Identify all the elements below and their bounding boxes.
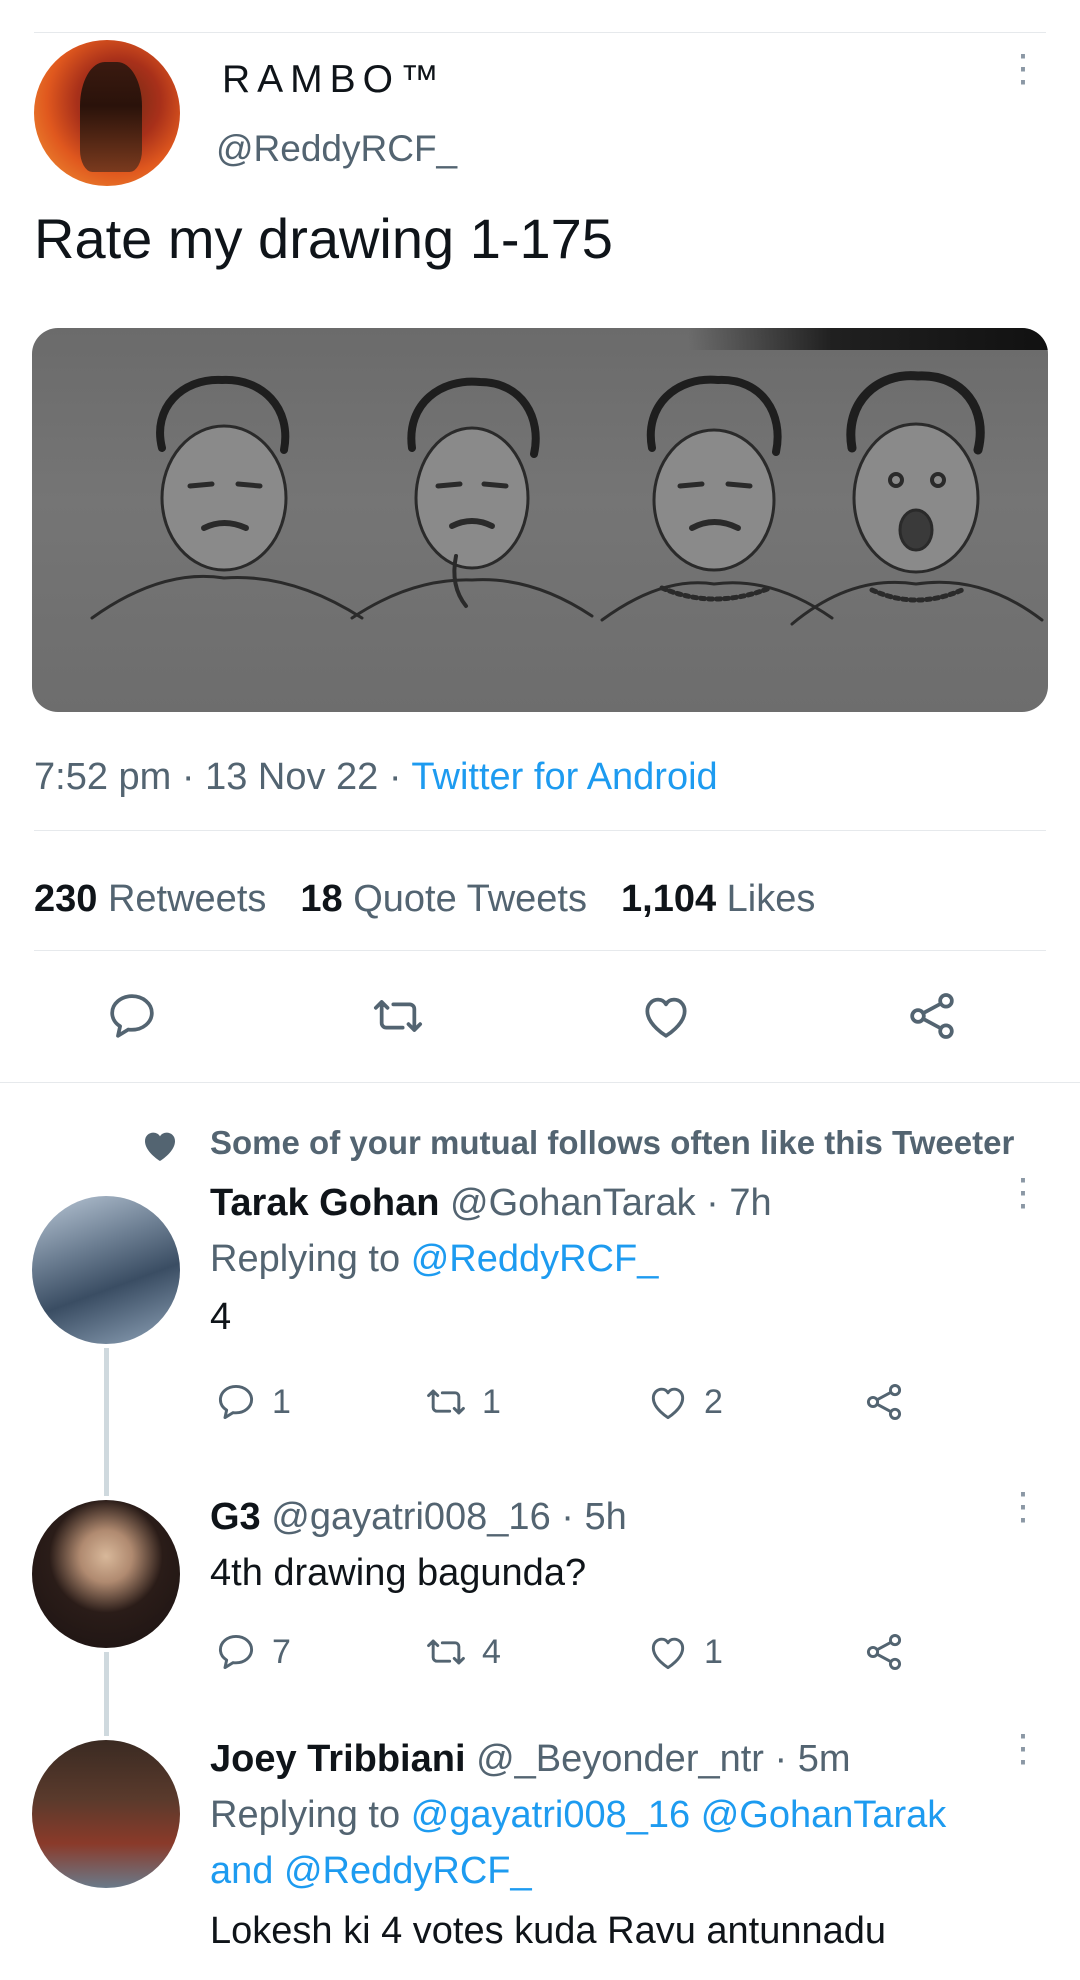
share-icon [910,993,954,1039]
reply-avatar[interactable] [32,1500,180,1648]
like-button[interactable]: 1 [646,1630,723,1674]
likes-count: 1,104 [621,878,717,920]
meta-dot: · [181,756,206,798]
reply-count: 7 [272,1632,291,1671]
author-avatar[interactable] [34,40,180,186]
thread-connector [104,1348,109,1496]
reply-text: Lokesh ki 4 votes kuda Ravu antunnadu [210,1910,887,1952]
author-display-name[interactable]: RAMBO™ [222,58,446,102]
section-divider [0,1082,1080,1083]
tweet-date: 13 Nov 22 [205,756,379,798]
replying-to-prefix: Replying to [210,1238,401,1280]
replying-to-link[interactable]: @ReddyRCF_ [284,1850,532,1892]
share-button[interactable] [862,1630,906,1674]
like-button[interactable] [638,988,694,1049]
divider [34,950,1046,951]
share-icon [866,1384,902,1420]
reply-author-name[interactable]: G3 [210,1496,261,1538]
reply-time: 7h [729,1182,772,1224]
reply-author-handle[interactable]: @GohanTarak [450,1182,696,1224]
likes-stat[interactable]: 1,104 Likes [621,878,815,920]
reply-button[interactable]: 7 [214,1630,291,1674]
tweet-meta: 7:52 pm · 13 Nov 22 · Twitter for Androi… [34,756,718,799]
reply-author-line: Joey Tribbiani @_Beyonder_ntr · 5m [210,1738,851,1780]
replying-to-line: Replying to @gayatri008_16 @GohanTarak [210,1794,946,1837]
replying-to-line-cont: and @ReddyRCF_ [210,1850,532,1893]
author-handle[interactable]: @ReddyRCF_ [216,128,457,170]
reply-time: 5h [584,1496,627,1538]
reply-avatar[interactable] [32,1196,180,1344]
heart-icon [651,1387,685,1420]
social-context-text: Some of your mutual follows often like t… [210,1124,1015,1161]
share-icon [866,1634,902,1670]
quotes-count: 18 [300,878,343,920]
tweet-stats: 230 Retweets 18 Quote Tweets 1,104 Likes [34,878,815,921]
more-vertical-icon[interactable]: ⋮ [1004,1488,1042,1526]
tweet-text: Rate my drawing 1-175 [34,207,613,270]
retweet-button[interactable]: 1 [424,1380,501,1424]
reply-icon [218,1634,254,1670]
retweet-icon [373,1000,423,1032]
like-button[interactable]: 2 [646,1380,723,1424]
like-count: 2 [704,1382,723,1421]
retweets-label: Retweets [107,878,267,920]
heart-icon [651,1637,685,1670]
top-divider [34,32,1046,33]
retweet-count: 1 [482,1382,501,1421]
retweet-icon [427,1389,465,1415]
quotes-stat[interactable]: 18 Quote Tweets [300,878,587,920]
share-button[interactable] [862,1380,906,1424]
reply-time: 5m [797,1738,851,1780]
retweet-button[interactable] [370,988,426,1049]
share-button[interactable] [904,988,960,1049]
reply-text: 4th drawing bagunda? [210,1552,587,1594]
retweet-icon [427,1639,465,1665]
more-vertical-icon[interactable]: ⋮ [1004,50,1042,88]
reply-icon [218,1384,254,1420]
divider [34,830,1046,831]
reply-text: 4 [210,1296,232,1338]
reply-avatar[interactable] [32,1740,180,1888]
more-vertical-icon[interactable]: ⋮ [1004,1174,1042,1212]
tweet-media-image[interactable] [32,328,1048,712]
heart-icon [645,997,687,1038]
sketch-drawing [90,371,1044,626]
reply-author-name[interactable]: Joey Tribbiani [210,1738,466,1780]
replying-to-and: and [210,1850,274,1892]
quotes-label: Quote Tweets [353,878,587,920]
reply-author-line: Tarak Gohan @GohanTarak · 7h [210,1182,772,1224]
reply-icon [110,994,154,1038]
reply-button[interactable]: 1 [214,1380,291,1424]
tweet-time: 7:52 pm [34,756,172,798]
retweet-count: 4 [482,1632,501,1671]
replying-to-link[interactable]: @ReddyRCF_ [411,1238,659,1280]
replying-to-link[interactable]: @GohanTarak [701,1794,947,1836]
likes-label: Likes [726,878,816,920]
heart-icon [145,1132,175,1161]
retweets-count: 230 [34,878,98,920]
reply-author-name[interactable]: Tarak Gohan [210,1182,439,1224]
reply-author-handle[interactable]: @gayatri008_16 [271,1496,550,1538]
replying-to-line: Replying to @ReddyRCF_ [210,1238,658,1281]
retweets-stat[interactable]: 230 Retweets [34,878,266,920]
reply-count: 1 [272,1382,291,1421]
reply-author-line: G3 @gayatri008_16 · 5h [210,1496,627,1538]
retweet-button[interactable]: 4 [424,1630,501,1674]
tweet-source-link[interactable]: Twitter for Android [411,756,717,798]
replying-to-prefix: Replying to [210,1794,401,1836]
thread-connector [104,1652,109,1736]
like-count: 1 [704,1632,723,1671]
meta-dot: · [388,756,412,798]
reply-button[interactable] [104,988,160,1049]
reply-author-handle[interactable]: @_Beyonder_ntr [476,1738,764,1780]
more-vertical-icon[interactable]: ⋮ [1004,1730,1042,1768]
replying-to-link[interactable]: @gayatri008_16 [411,1794,690,1836]
